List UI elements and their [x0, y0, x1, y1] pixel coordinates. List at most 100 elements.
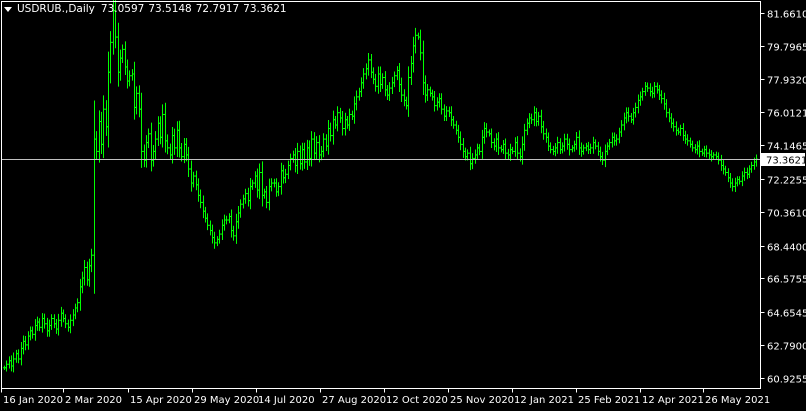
ohlc-bar	[601, 152, 604, 165]
ohlc-bar	[351, 111, 354, 120]
ohlc-bar	[38, 318, 41, 331]
ohlc-bar	[81, 272, 84, 294]
ohlc-bar	[452, 116, 455, 129]
chart-frame	[2, 2, 761, 389]
ohlc-bar	[289, 154, 292, 171]
ohlc-bar	[644, 82, 647, 96]
y-tick-label: 77.9320	[767, 76, 806, 87]
ohlc-bar	[521, 136, 524, 164]
ohlc-bar	[185, 138, 188, 161]
ohlc-bar	[192, 172, 195, 188]
ohlc-bar	[625, 107, 628, 123]
ohlc-bar	[528, 113, 531, 128]
ohlc-bar	[478, 144, 481, 155]
ohlc-bar	[585, 143, 588, 151]
ohlc-bar	[414, 28, 417, 54]
y-tick-label: 66.5755	[767, 275, 806, 286]
ohlc-bar	[736, 176, 739, 186]
time-axis[interactable]: 16 Jan 20202 Mar 202015 Apr 202029 May 2…	[2, 389, 771, 407]
ohlc-bar	[147, 128, 150, 148]
triangle-down-icon[interactable]	[4, 7, 12, 12]
ohlc-bar	[29, 327, 32, 341]
ohlc-bar	[344, 113, 347, 136]
ohlc-bar	[651, 87, 654, 98]
ohlc-bar	[471, 153, 474, 169]
timeframe: Daily	[68, 3, 95, 16]
ohlc-bar	[649, 83, 652, 96]
ohlc-bar	[332, 111, 335, 145]
ohlc-bar	[443, 104, 446, 121]
ohlc-bar	[641, 88, 644, 101]
ohlc-bar	[339, 108, 342, 123]
ohlc-bar	[466, 149, 469, 160]
ohlc-bar	[549, 142, 552, 153]
ohlc-bar	[483, 122, 486, 144]
ohlc-bar	[41, 313, 44, 333]
ohlc-bar	[566, 134, 569, 150]
ohlc-bar	[488, 129, 491, 136]
ohlc-bar	[292, 151, 295, 163]
ohlc-bar	[100, 112, 103, 154]
close-value: 73.3621	[243, 3, 286, 16]
ohlc-bar	[27, 331, 30, 349]
ohlc-bar	[563, 134, 566, 152]
ohlc-bar	[105, 100, 108, 136]
ohlc-bar	[204, 207, 207, 223]
ohlc-bar	[169, 144, 172, 160]
ohlc-bar	[694, 144, 697, 153]
x-tick-label: 14 Jul 2020	[258, 395, 315, 406]
open-value: 73.0597	[101, 3, 144, 16]
ohlc-bar	[611, 132, 614, 147]
ohlc-bar	[5, 360, 8, 371]
ohlc-bar	[438, 93, 441, 107]
ohlc-bar	[187, 147, 190, 177]
ohlc-bar	[381, 73, 384, 89]
ohlc-bar	[195, 171, 198, 191]
ohlc-bar	[516, 136, 519, 159]
ohlc-bar	[748, 165, 751, 178]
ohlc-bar	[500, 145, 503, 152]
chart-canvas[interactable]: 81.661079.796577.932076.012174.146572.22…	[0, 0, 806, 407]
ohlc-bar	[178, 121, 181, 158]
ohlc-bar	[320, 146, 323, 160]
ohlc-bar	[724, 166, 727, 176]
price-chart[interactable]: 81.661079.796577.932076.012174.146572.22…	[0, 0, 806, 407]
price-axis[interactable]: 81.661079.796577.932076.012174.146572.22…	[761, 10, 806, 386]
y-tick-label: 72.2255	[767, 176, 806, 187]
ohlc-bar	[637, 94, 640, 113]
ohlc-bar	[62, 309, 65, 322]
ohlc-bar	[235, 214, 238, 244]
ohlc-bar	[211, 225, 214, 244]
ohlc-bar	[315, 136, 318, 159]
ohlc-bar	[265, 186, 268, 208]
ohlc-bar	[254, 171, 257, 188]
y-tick-label: 70.3610	[767, 209, 806, 220]
ohlc-bar	[325, 134, 328, 151]
ohlc-bar	[95, 131, 98, 159]
ohlc-bar	[627, 107, 630, 121]
ohlc-bar	[509, 144, 512, 161]
ohlc-bar	[526, 118, 529, 135]
ohlc-bar	[88, 259, 91, 287]
ohlc-bar	[547, 132, 550, 150]
ohlc-bar	[15, 350, 18, 363]
ohlc-bar	[154, 131, 157, 159]
ohlc-bar	[360, 77, 363, 97]
ohlc-bar	[150, 123, 153, 172]
ohlc-bar	[419, 30, 422, 61]
ohlc-bar	[689, 138, 692, 148]
ohlc-bar	[429, 87, 432, 97]
ohlc-bar	[582, 145, 585, 155]
ohlc-bar	[31, 327, 34, 339]
ohlc-bar	[74, 304, 77, 320]
ohlc-bar	[634, 103, 637, 118]
ohlc-bar	[159, 116, 162, 144]
ohlc-bar	[93, 100, 96, 293]
ohlc-bar	[530, 114, 533, 124]
ohlc-bar	[117, 23, 120, 87]
ohlc-bar	[377, 67, 380, 94]
ohlc-bar	[346, 116, 349, 129]
ohlc-bar	[263, 189, 266, 199]
ohlc-bar	[258, 163, 261, 199]
ohlc-bar	[559, 138, 562, 154]
